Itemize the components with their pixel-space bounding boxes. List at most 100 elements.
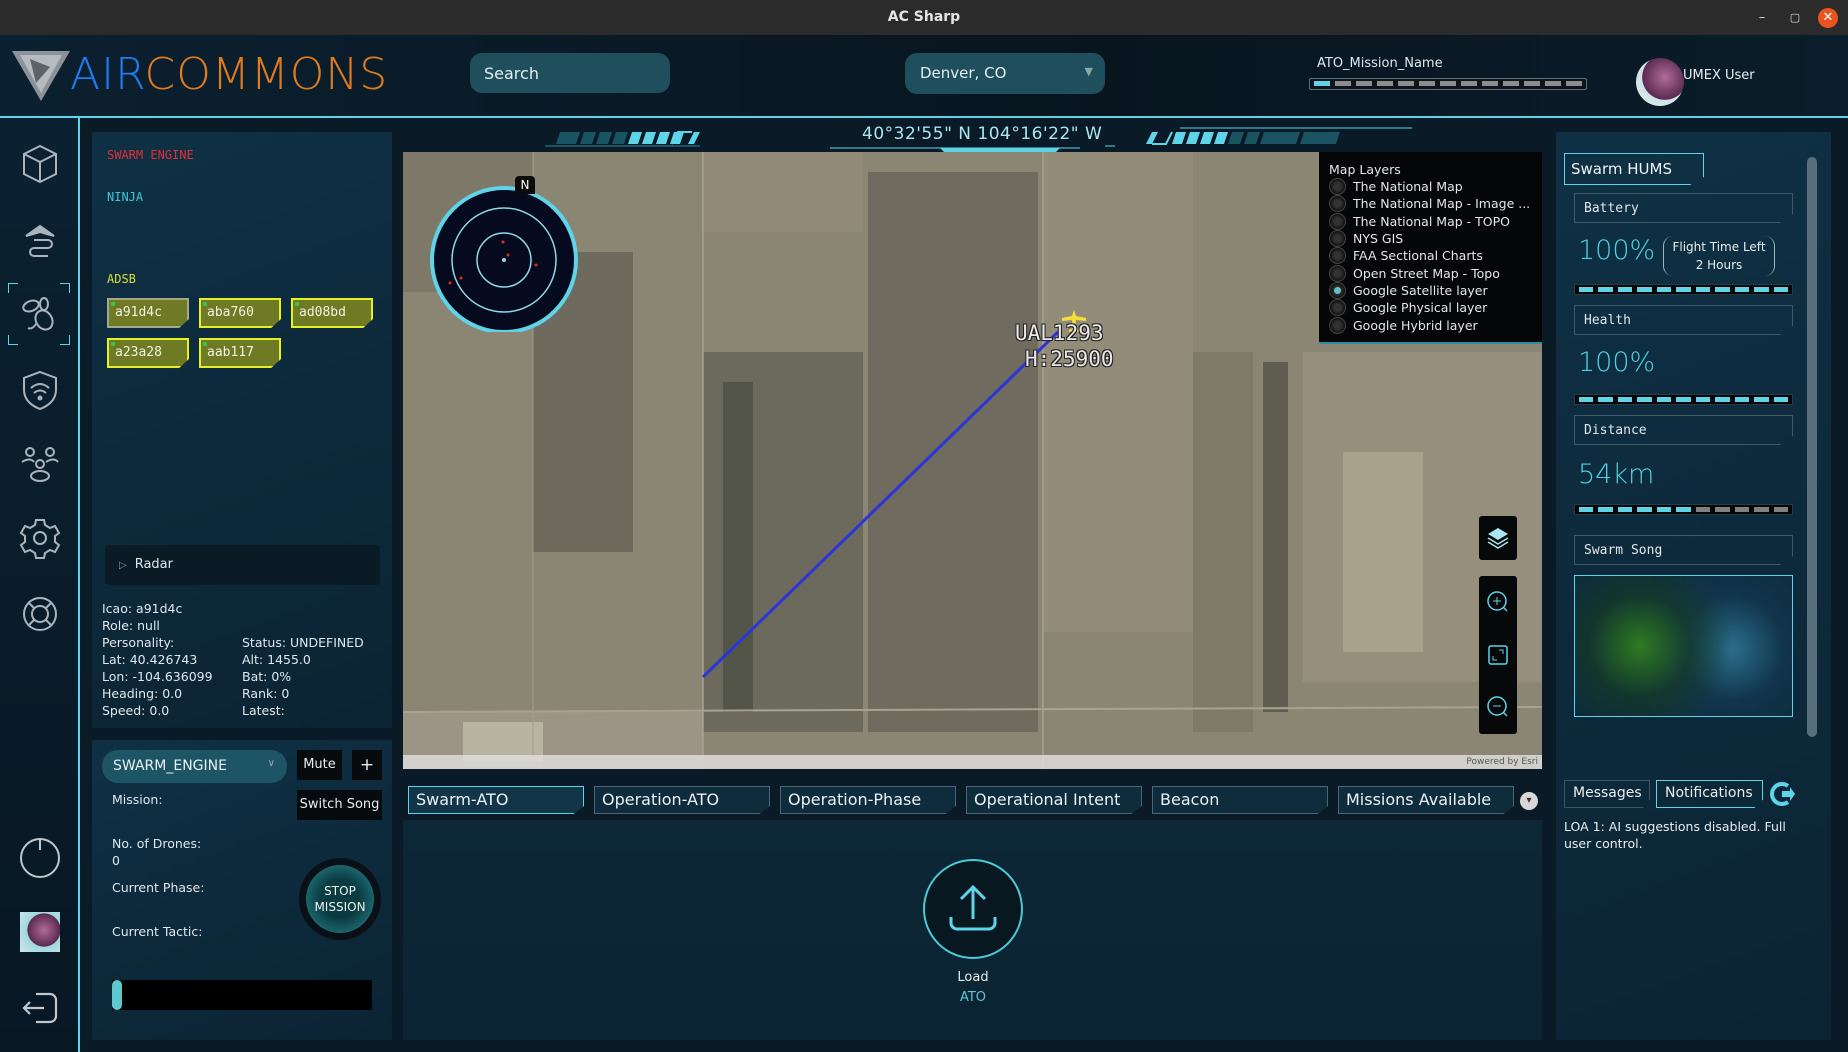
adsb-chip[interactable]: aab117 [199,338,281,368]
bar-segment [1419,81,1435,86]
map-layer-option[interactable]: Open Street Map - Topo [1329,264,1532,282]
adsb-chip-label: aba760 [207,305,254,320]
bat-field: Bat: 0% [242,669,292,684]
map-layer-option[interactable]: FAA Sectional Charts [1329,247,1532,265]
ato-mission-name: ATO_Mission_Name [1317,56,1443,71]
radar-compass: N [425,174,583,334]
location-select[interactable]: Denver, CO ▼ [905,53,1105,94]
map-layer-label: Google Physical layer [1353,300,1488,316]
user-avatar[interactable] [1636,58,1684,106]
map-layer-option[interactable]: NYS GIS [1329,230,1532,248]
window-title: AC Sharp [887,9,961,25]
adsb-chip[interactable]: aba760 [199,298,281,328]
tabs-more-button[interactable]: ▾ [1520,792,1538,810]
logout-icon[interactable] [18,986,62,1030]
adsb-chip[interactable]: a91d4c [107,298,189,328]
icao-field: Icao: a91d4c [102,601,183,616]
radio-button[interactable] [1329,316,1346,334]
stop-line1: STOP [324,884,356,898]
flight-time-label: Flight Time Left [1672,240,1766,254]
bar-segment [1656,287,1672,292]
tab-missions-available[interactable]: Missions Available [1338,786,1514,814]
radio-button[interactable] [1329,299,1346,317]
drones-label: No. of Drones: [112,836,202,851]
adsb-chip-label: ad08bd [299,305,346,320]
hums-scrollbar[interactable] [1807,157,1817,737]
mute-button[interactable]: Mute [297,750,342,780]
map-layer-option[interactable]: Google Hybrid layer [1329,316,1532,334]
slider-handle[interactable] [112,980,122,1010]
alt-field: Alt: 1455.0 [242,652,311,667]
flight-track-line [701,330,1060,679]
adsb-chip[interactable]: ad08bd [291,298,373,328]
search-input[interactable] [470,53,670,93]
minimize-button[interactable]: – [1752,8,1772,28]
map-layers-title: Map Layers [1329,162,1401,177]
maximize-button[interactable]: ▢ [1785,8,1805,28]
power-icon[interactable] [18,836,62,880]
hums-title: Swarm HUMS [1564,153,1704,185]
flight-label[interactable]: UAL1293 H:25900 [1015,320,1114,372]
tab-swarm-ato[interactable]: Swarm-ATO [408,786,584,814]
radio-button[interactable] [1329,178,1346,196]
zoom-in-icon[interactable] [1479,576,1517,626]
role-field: Role: null [102,618,160,633]
settings-icon[interactable] [18,516,62,560]
map-layer-option[interactable]: The National Map - TOPO [1329,212,1532,230]
bar-segment [1356,81,1372,86]
user-name[interactable]: UMEX User [1683,68,1755,83]
swarm-slider[interactable] [112,980,372,1010]
bar-segment [1566,81,1582,86]
stop-mission-button[interactable]: STOP MISSION [299,858,381,940]
chevron-right-icon: ▷ [119,560,127,571]
load-ato-button[interactable] [923,859,1023,959]
adsb-chip[interactable]: a23a28 [107,338,189,368]
tab-operation-ato[interactable]: Operation-ATO [594,786,770,814]
map-layer-option[interactable]: Google Physical layer [1329,299,1532,317]
add-button[interactable]: + [352,750,382,780]
cube-icon[interactable] [18,142,62,186]
bar-segment [1482,81,1498,86]
shield-wifi-icon[interactable] [18,368,62,412]
tab-operation-phase[interactable]: Operation-Phase [780,786,956,814]
radio-button[interactable] [1329,281,1346,299]
logo-commons: COMMONS [144,49,389,100]
map-layer-option[interactable]: Google Satellite layer [1329,281,1532,299]
switch-song-button[interactable]: Switch Song [297,790,382,820]
tab-beacon[interactable]: Beacon [1152,786,1328,814]
aircraft-route-icon[interactable] [18,216,62,260]
bar-segment [1754,397,1769,402]
map-layer-label: The National Map - TOPO [1353,213,1510,229]
layers-button[interactable] [1479,516,1517,560]
bar-segment [1598,397,1613,402]
map-layer-label: NYS GIS [1353,231,1404,247]
radio-button[interactable] [1329,247,1346,265]
map-layer-option[interactable]: The National Map - Image ... [1329,195,1532,213]
swarm-song-label: Swarm Song [1574,535,1793,565]
fullscreen-icon[interactable] [1479,626,1517,684]
bar-segment [1617,397,1633,402]
ninja-label: NINJA [107,190,144,204]
swarm-bee-icon[interactable] [18,292,62,336]
map-layer-option[interactable]: The National Map [1329,178,1532,196]
tab-operational-intent[interactable]: Operational Intent [966,786,1142,814]
bar-segment [1579,397,1594,402]
health-bar [1574,394,1793,405]
bar-segment [1656,507,1672,512]
lifebuoy-icon[interactable] [18,592,62,636]
swarm-engine-select[interactable]: SWARM_ENGINE ∨ [102,750,287,783]
health-label: Health [1574,305,1793,335]
radar-expander[interactable]: ▷ Radar [105,545,380,585]
radio-button[interactable] [1329,230,1346,248]
radio-button[interactable] [1329,212,1346,230]
user-avatar-small[interactable] [20,912,60,952]
tab-notifications[interactable]: Notifications [1656,780,1763,808]
map-view[interactable]: UAL1293 H:25900 N Map Layers The Nationa… [403,152,1542,769]
zoom-out-icon[interactable] [1479,684,1517,734]
close-button[interactable]: ✕ [1818,8,1838,28]
tab-messages[interactable]: Messages [1564,780,1650,808]
radio-button[interactable] [1329,264,1346,282]
export-icon[interactable] [1768,780,1796,812]
group-icon[interactable] [18,442,62,486]
radio-button[interactable] [1329,195,1346,213]
